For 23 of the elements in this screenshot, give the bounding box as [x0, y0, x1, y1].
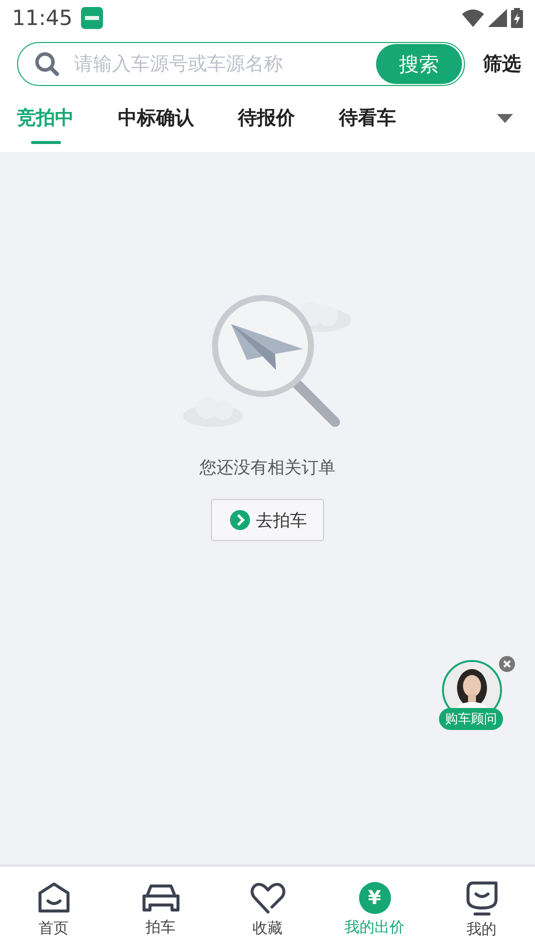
filter-button[interactable]: 筛选: [483, 51, 521, 77]
home-icon: [36, 880, 72, 914]
face-icon: [464, 880, 498, 916]
tab[interactable]: 待看车: [339, 94, 396, 144]
nav-item[interactable]: 收藏: [214, 867, 321, 951]
nav-item[interactable]: 我的: [428, 867, 535, 951]
app-icon: [80, 7, 103, 29]
status-time: 11:45: [12, 6, 73, 30]
chevron-icon: [230, 510, 250, 530]
empty-message: 您还没有相关订单: [200, 457, 336, 479]
nav-item[interactable]: 拍车: [107, 867, 214, 951]
signal-icon: [488, 9, 507, 27]
search-icon: [34, 51, 60, 77]
wifi-icon: [462, 9, 484, 27]
car-icon: [142, 882, 180, 914]
tab[interactable]: 中标确认: [118, 94, 194, 144]
yen-icon: ¥: [358, 882, 390, 914]
nav-item[interactable]: 首页: [0, 867, 107, 951]
caret-icon[interactable]: [497, 114, 513, 124]
close-icon[interactable]: [499, 656, 515, 672]
go-bid-button[interactable]: 去拍车: [211, 499, 324, 541]
battery-icon: [511, 8, 523, 28]
tab[interactable]: 待报价: [238, 94, 295, 144]
